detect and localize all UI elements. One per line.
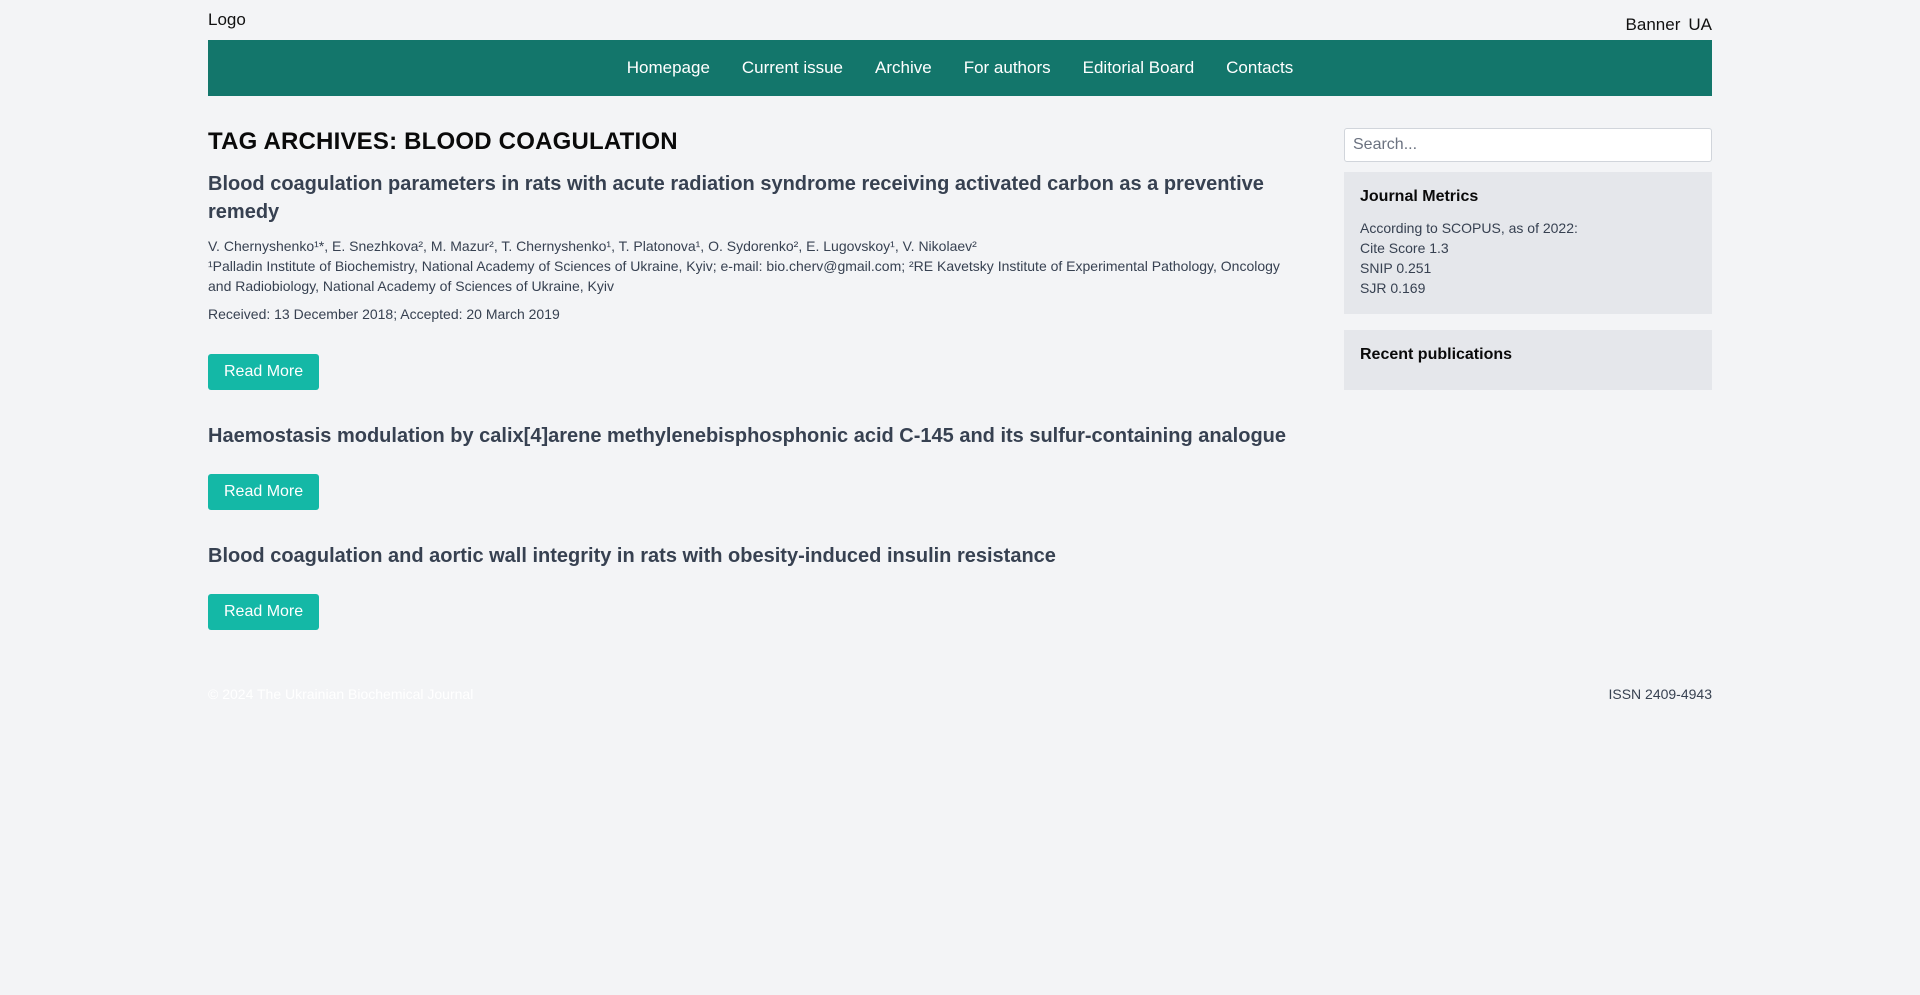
read-more-button[interactable]: Read More: [208, 594, 320, 630]
footer: © 2024 The Ukrainian Biochemical Journal…: [208, 686, 1712, 702]
nav-item-homepage[interactable]: Homepage: [627, 58, 710, 78]
article-item: Haemostasis modulation by calix[4]arene …: [208, 422, 1298, 510]
metric-cite-score: Cite Score 1.3: [1360, 240, 1449, 256]
article-title[interactable]: Blood coagulation parameters in rats wit…: [208, 170, 1298, 226]
content-area: TAG ARCHIVES: BLOOD COAGULATION Blood co…: [208, 128, 1712, 630]
copyright-text: © 2024 The Ukrainian Biochemical Journal: [208, 686, 474, 702]
nav-item-contacts[interactable]: Contacts: [1226, 58, 1293, 78]
read-more-button[interactable]: Read More: [208, 354, 320, 390]
nav-item-for-authors[interactable]: For authors: [964, 58, 1051, 78]
sidebar: Journal Metrics According to SCOPUS, as …: [1344, 128, 1712, 630]
nav-item-current-issue[interactable]: Current issue: [742, 58, 843, 78]
article-title[interactable]: Blood coagulation and aortic wall integr…: [208, 542, 1298, 570]
logo[interactable]: Logo: [208, 10, 246, 30]
article-affiliation: ¹Palladin Institute of Biochemistry, Nat…: [208, 258, 1280, 294]
nav-item-archive[interactable]: Archive: [875, 58, 932, 78]
banner: Banner: [1625, 15, 1681, 34]
metrics-source: According to SCOPUS, as of 2022:: [1360, 220, 1578, 236]
top-bar: Logo Banner UA: [208, 0, 1712, 40]
nav-item-editorial-board[interactable]: Editorial Board: [1083, 58, 1195, 78]
article-item: Blood coagulation and aortic wall integr…: [208, 542, 1298, 630]
widget-title: Journal Metrics: [1360, 188, 1479, 205]
issn-text: ISSN 2409-4943: [1608, 686, 1712, 702]
article-authors: V. Chernyshenko¹*, E. Snezhkova², M. Maz…: [208, 238, 977, 254]
journal-metrics-widget: Journal Metrics According to SCOPUS, as …: [1344, 172, 1712, 314]
metric-snip: SNIP 0.251: [1360, 260, 1432, 276]
widget-title: Recent publications: [1360, 346, 1513, 363]
article-title[interactable]: Haemostasis modulation by calix[4]arene …: [208, 422, 1298, 450]
page-container: Logo Banner UA Homepage Current issue Ar…: [208, 0, 1712, 702]
read-more-button[interactable]: Read More: [208, 474, 320, 510]
recent-publications-widget: Recent publications: [1344, 330, 1712, 390]
metric-sjr: SJR 0.169: [1360, 280, 1426, 296]
search-input[interactable]: [1344, 128, 1712, 162]
article-item: Blood coagulation parameters in rats wit…: [208, 170, 1298, 390]
top-right: Banner UA: [1626, 15, 1712, 35]
main-column: TAG ARCHIVES: BLOOD COAGULATION Blood co…: [208, 128, 1298, 630]
article-dates: Received: 13 December 2018; Accepted: 20…: [208, 306, 560, 322]
page-title: TAG ARCHIVES: BLOOD COAGULATION: [208, 128, 678, 155]
main-navigation: Homepage Current issue Archive For autho…: [208, 40, 1712, 96]
language-switch[interactable]: UA: [1688, 15, 1712, 35]
